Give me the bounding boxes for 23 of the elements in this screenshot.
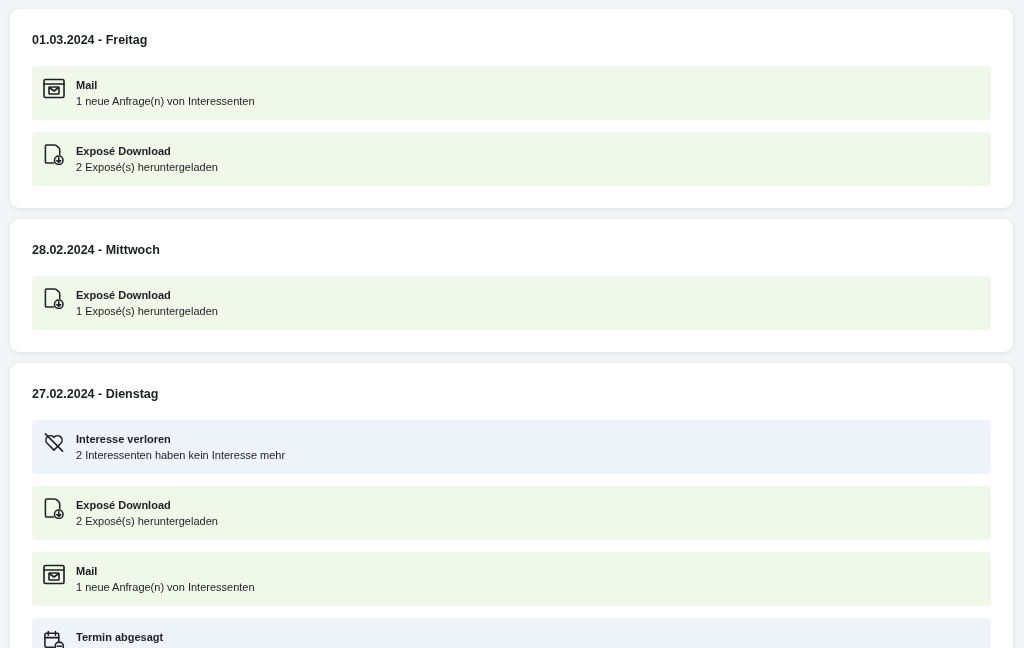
- event-title: Mail: [76, 78, 98, 93]
- inbox-envelope-icon: [43, 564, 65, 585]
- event-text: 2 Exposé(s) heruntergeladen: [76, 514, 218, 529]
- document-download-icon: [43, 288, 65, 309]
- calendar-minus-icon: [43, 630, 65, 648]
- document-download-icon: [43, 498, 65, 519]
- event-title: Termin abgesagt: [76, 630, 164, 645]
- day-heading: 27.02.2024 - Dienstag: [32, 386, 159, 403]
- event-text: 2 Interessenten haben kein Interesse mehr: [76, 448, 286, 463]
- heart-slash-icon: [43, 432, 65, 453]
- day-heading: 28.02.2024 - Mittwoch: [32, 242, 160, 259]
- inbox-envelope-icon: [43, 78, 65, 99]
- event-text: 1 neue Anfrage(n) von Interessenten: [76, 94, 255, 109]
- event-title: Mail: [76, 564, 98, 579]
- event-text: 1 neue Anfrage(n) von Interessenten: [76, 580, 255, 595]
- event-text: 2 Exposé(s) heruntergeladen: [76, 160, 218, 175]
- event-title: Interesse verloren: [76, 432, 171, 447]
- day-heading: 01.03.2024 - Freitag: [32, 32, 148, 49]
- document-download-icon: [43, 144, 65, 165]
- event-title: Exposé Download: [76, 498, 171, 513]
- event-text: 1 Exposé(s) heruntergeladen: [76, 304, 218, 319]
- event-title: Exposé Download: [76, 144, 171, 159]
- event-title: Exposé Download: [76, 288, 171, 303]
